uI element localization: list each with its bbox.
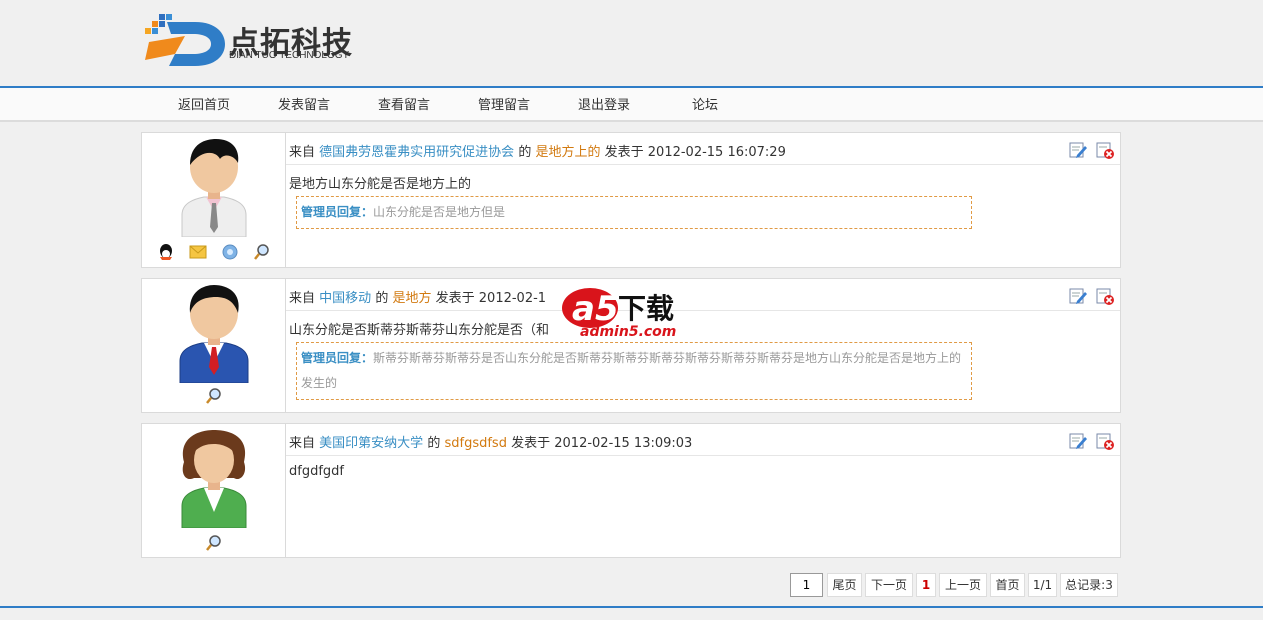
of-label: 的	[375, 291, 389, 306]
edit-icon[interactable]	[1069, 141, 1087, 159]
main-nav: 返回首页 发表留言 查看留言 管理留言 退出登录 论坛	[0, 86, 1263, 122]
search-icon[interactable]	[252, 243, 272, 261]
watermark-site: admin5.com	[580, 324, 676, 340]
first-page-button[interactable]: 首页	[990, 573, 1025, 597]
logo-name-en: DIAN TUO TECHNOLOGY	[229, 50, 350, 61]
post-body: 来自 美国印第安纳大学 的 sdfgsdfsd 发表于 2012-02-15 1…	[286, 424, 1120, 557]
post-meta: 来自 德国弗劳恩霍弗实用研究促进协会 的 是地方上的 发表于 2012-02-1…	[289, 141, 786, 160]
nav-logout[interactable]: 退出登录	[578, 94, 630, 113]
posted-label: 发表于	[511, 436, 551, 451]
delete-icon[interactable]	[1096, 287, 1114, 305]
post-tools	[1064, 432, 1114, 450]
message-post: 来自 德国弗劳恩霍弗实用研究促进协会 的 是地方上的 发表于 2012-02-1…	[141, 132, 1121, 268]
admin-reply: 管理员回复：山东分舵是否是地方但是	[296, 196, 972, 229]
admin-reply-text: 斯蒂芬斯蒂芬斯蒂芬是否山东分舵是否斯蒂芬斯蒂芬斯蒂芬斯蒂芬斯蒂芬斯蒂芬是地方山东…	[301, 351, 962, 390]
delete-icon[interactable]	[1096, 141, 1114, 159]
email-icon[interactable]	[188, 243, 208, 261]
logo-mark-icon	[145, 14, 225, 66]
edit-icon[interactable]	[1069, 432, 1087, 450]
post-date: 2012-02-15 16:07:29	[647, 145, 786, 160]
post-author: 是地方上的	[535, 145, 601, 160]
logo[interactable]: 点拓科技 DIAN TUO TECHNOLOGY	[145, 12, 375, 70]
post-author-panel	[142, 279, 286, 412]
header: 点拓科技 DIAN TUO TECHNOLOGY	[0, 0, 1263, 86]
contact-icons	[142, 243, 286, 265]
post-date: 2012-02-15 13:09:03	[554, 436, 693, 451]
post-author-panel	[142, 133, 286, 267]
post-body: 来自 德国弗劳恩霍弗实用研究促进协会 的 是地方上的 发表于 2012-02-1…	[286, 133, 1120, 267]
nav-post-message[interactable]: 发表留言	[278, 94, 330, 113]
post-tools	[1064, 287, 1114, 305]
admin-reply-label: 管理员回复：	[301, 351, 374, 365]
nav-view-messages[interactable]: 查看留言	[378, 94, 430, 113]
message-post: 来自 美国印第安纳大学 的 sdfgsdfsd 发表于 2012-02-15 1…	[141, 423, 1121, 558]
nav-home[interactable]: 返回首页	[178, 94, 230, 113]
divider	[286, 455, 1120, 456]
current-page[interactable]: 1	[916, 573, 936, 597]
avatar	[181, 430, 247, 528]
post-source: 德国弗劳恩霍弗实用研究促进协会	[319, 145, 515, 160]
page-count: 1/1	[1028, 573, 1057, 597]
qq-icon[interactable]	[156, 243, 176, 261]
total-records: 总记录:3	[1060, 573, 1118, 597]
page-number-input[interactable]	[790, 573, 823, 597]
post-date: 2012-02-1	[478, 291, 547, 306]
contact-icons	[142, 534, 286, 556]
nav-forum[interactable]: 论坛	[692, 94, 718, 113]
admin-reply-text: 山东分舵是否是地方但是	[373, 205, 506, 219]
prev-page-button[interactable]: 上一页	[939, 573, 987, 597]
post-content: 山东分舵是否斯蒂芬斯蒂芬山东分舵是否（和	[289, 323, 550, 338]
watermark-logo: a5 下载 admin5.com	[560, 282, 710, 340]
post-author-panel	[142, 424, 286, 557]
footer-divider	[0, 606, 1263, 608]
posted-label: 发表于	[435, 291, 475, 306]
search-icon[interactable]	[204, 534, 224, 552]
post-content: 是地方山东分舵是否是地方上的	[289, 177, 472, 192]
delete-icon[interactable]	[1096, 432, 1114, 450]
svg-text:下载: 下载	[618, 292, 674, 325]
last-page-button[interactable]: 尾页	[827, 573, 862, 597]
from-label: 来自	[289, 145, 316, 160]
search-icon[interactable]	[204, 387, 224, 405]
avatar	[179, 285, 249, 383]
post-tools	[1064, 141, 1114, 159]
admin-reply: 管理员回复：斯蒂芬斯蒂芬斯蒂芬是否山东分舵是否斯蒂芬斯蒂芬斯蒂芬斯蒂芬斯蒂芬斯蒂…	[296, 342, 972, 400]
admin-reply-label: 管理员回复：	[301, 205, 374, 219]
post-meta: 来自 中国移动 的 是地方 发表于 2012-02-1	[289, 287, 546, 306]
from-label: 来自	[289, 436, 316, 451]
contact-icons	[142, 387, 286, 409]
posted-label: 发表于	[604, 145, 644, 160]
avatar	[181, 139, 247, 237]
post-author: sdfgsdfsd	[444, 436, 507, 451]
from-label: 来自	[289, 291, 316, 306]
nav-manage-messages[interactable]: 管理留言	[478, 94, 530, 113]
svg-text:a5: a5	[572, 289, 619, 329]
website-icon[interactable]	[220, 243, 240, 261]
of-label: 的	[518, 145, 532, 160]
divider	[286, 164, 1120, 165]
next-page-button[interactable]: 下一页	[865, 573, 913, 597]
post-meta: 来自 美国印第安纳大学 的 sdfgsdfsd 发表于 2012-02-15 1…	[289, 432, 692, 451]
post-author: 是地方	[392, 291, 432, 306]
post-source: 中国移动	[319, 291, 372, 306]
of-label: 的	[427, 436, 441, 451]
edit-icon[interactable]	[1069, 287, 1087, 305]
post-source: 美国印第安纳大学	[319, 436, 424, 451]
post-content: dfgdfgdf	[289, 464, 344, 479]
